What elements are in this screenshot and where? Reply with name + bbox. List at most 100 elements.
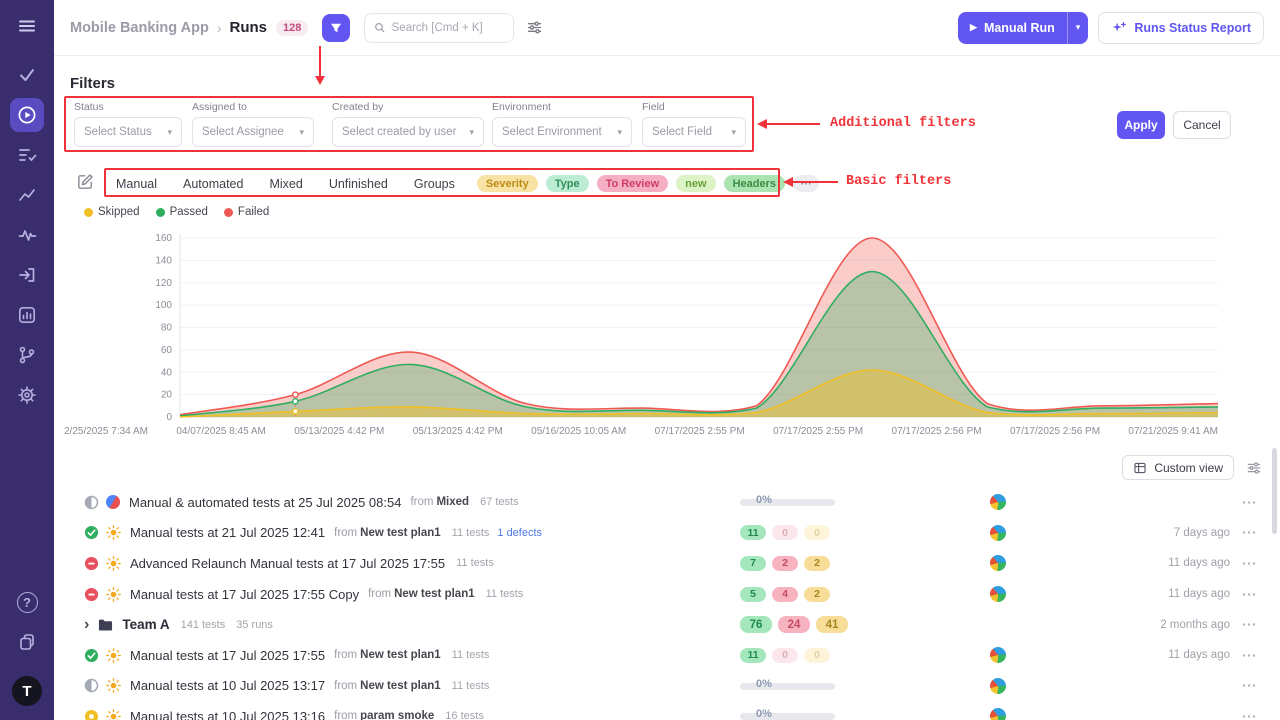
run-age: 7 days ago — [1174, 527, 1230, 539]
run-row[interactable]: Manual tests at 10 Jul 2025 13:17 fromNe… — [70, 671, 1264, 702]
check-icon — [21, 70, 33, 80]
gear-icon — [17, 385, 37, 405]
manual-run-button[interactable]: ▶ Manual Run ▾ — [958, 12, 1088, 44]
sidebar-item-reports[interactable] — [10, 298, 44, 332]
trend-line-icon — [17, 185, 37, 205]
filter-toggle-button[interactable] — [322, 14, 350, 42]
x-axis-label: 05/16/2025 10:05 AM — [531, 426, 626, 437]
run-title[interactable]: Manual tests at 10 Jul 2025 13:17 — [130, 678, 325, 693]
search-input[interactable] — [392, 22, 505, 34]
app-logo[interactable]: T — [12, 676, 42, 706]
progress-percent: 0% — [756, 494, 772, 506]
run-row[interactable]: Manual tests at 21 Jul 2025 12:41 fromNe… — [70, 518, 1264, 549]
chevron-down-icon: ▾ — [1076, 22, 1081, 33]
skipped-count-pill: 0 — [804, 525, 830, 540]
run-tests-count: 67 tests — [480, 496, 519, 508]
passed-count-pill: 11 — [740, 525, 766, 540]
browsers-icon — [990, 708, 1006, 720]
breadcrumb-project[interactable]: Mobile Banking App — [70, 20, 209, 36]
search-filters-icon[interactable] — [526, 19, 543, 36]
chart-legend: SkippedPassedFailed — [84, 206, 269, 218]
run-from: fromNew test plan1 — [334, 649, 441, 661]
custom-view-button[interactable]: Custom view — [1122, 455, 1234, 480]
x-axis-label: 07/17/2025 2:55 PM — [655, 426, 745, 437]
sidebar-item-test-plans[interactable] — [10, 138, 44, 172]
from-value: Mixed — [436, 496, 469, 508]
run-stats: 0% — [740, 708, 920, 720]
sidebar-item-branches[interactable] — [10, 338, 44, 372]
help-icon: ? — [17, 592, 38, 613]
group-title[interactable]: Team A — [122, 617, 169, 632]
run-stats: 7 2 2 — [740, 556, 920, 571]
from-label: from — [334, 680, 357, 692]
run-row[interactable]: Manual & automated tests at 25 Jul 2025 … — [70, 487, 1264, 518]
from-label: from — [410, 496, 433, 508]
activity-icon — [17, 225, 37, 245]
run-title[interactable]: Manual tests at 10 Jul 2025 13:16 — [130, 709, 325, 720]
row-menu-button[interactable]: ⋯ — [1236, 615, 1262, 635]
svg-text:120: 120 — [155, 278, 172, 289]
help-button[interactable]: ? — [10, 585, 44, 619]
svg-text:80: 80 — [161, 323, 173, 334]
browsers-icon — [990, 525, 1006, 541]
run-tests-count: 11 tests — [452, 527, 490, 539]
row-menu-button[interactable]: ⋯ — [1236, 584, 1262, 604]
browsers-icon — [990, 586, 1006, 602]
row-menu-button[interactable]: ⋯ — [1236, 553, 1262, 573]
more-tags-button[interactable]: ⋯ — [793, 175, 819, 192]
x-axis-label: 07/17/2025 2:55 PM — [773, 426, 863, 437]
menu-toggle-icon[interactable] — [17, 16, 37, 41]
copy-icon — [17, 632, 37, 652]
run-title[interactable]: Manual & automated tests at 25 Jul 2025 … — [129, 495, 401, 510]
defects-link[interactable]: 1 defects — [497, 527, 542, 539]
run-stats: 0% — [740, 494, 920, 510]
annotation-arrow-left-head — [783, 177, 793, 187]
sidebar-item-import[interactable] — [10, 258, 44, 292]
compose-icon[interactable] — [76, 172, 95, 191]
run-title[interactable]: Manual tests at 17 Jul 2025 17:55 — [130, 648, 325, 663]
bar-chart-icon — [17, 305, 37, 325]
runs-status-report-button[interactable]: Runs Status Report — [1098, 12, 1264, 44]
apply-button[interactable]: Apply — [1117, 111, 1165, 139]
sidebar-item-runs[interactable] — [10, 98, 44, 132]
from-label: from — [368, 588, 391, 600]
list-settings-icon[interactable] — [1246, 460, 1262, 476]
run-title[interactable]: Manual tests at 21 Jul 2025 12:41 — [130, 525, 325, 540]
row-menu-button[interactable]: ⋯ — [1236, 645, 1262, 665]
expand-chevron-icon[interactable]: › — [84, 617, 89, 633]
sidebar-item-tests[interactable] — [10, 58, 44, 92]
run-title[interactable]: Manual tests at 17 Jul 2025 17:55 Copy — [130, 587, 359, 602]
run-title[interactable]: Advanced Relaunch Manual tests at 17 Jul… — [130, 556, 445, 571]
row-menu-button[interactable]: ⋯ — [1236, 523, 1262, 543]
sidebar-item-pulse[interactable] — [10, 218, 44, 252]
docs-button[interactable] — [10, 625, 44, 659]
breadcrumb-section: Runs — [230, 19, 268, 36]
scrollbar-thumb[interactable] — [1272, 448, 1277, 534]
annotation-arrow-left-line — [792, 181, 838, 183]
skipped-count-pill: 0 — [804, 648, 830, 663]
browsers-icon — [990, 555, 1006, 571]
annotation-arrow-left-head — [757, 119, 767, 129]
mixed-run-icon — [106, 495, 120, 509]
row-menu-button[interactable]: ⋯ — [1236, 492, 1262, 512]
run-age: 11 days ago — [1168, 557, 1230, 569]
manual-run-dropdown[interactable]: ▾ — [1067, 12, 1089, 44]
runs-list: Manual & automated tests at 25 Jul 2025 … — [70, 487, 1264, 720]
annotation-additional-filters-label: Additional filters — [830, 116, 976, 131]
run-row[interactable]: Manual tests at 17 Jul 2025 17:55 Copy f… — [70, 579, 1264, 610]
sidebar: ? T — [0, 0, 54, 720]
sidebar-item-settings[interactable] — [10, 378, 44, 412]
run-tests-count: 16 tests — [445, 710, 484, 720]
group-row[interactable]: › Team A 141 tests 35 runs 76 24 41 2 mo… — [70, 609, 1264, 640]
run-row[interactable]: Manual tests at 17 Jul 2025 17:55 fromNe… — [70, 640, 1264, 671]
sidebar-item-analytics[interactable] — [10, 178, 44, 212]
progress-percent: 0% — [756, 678, 772, 690]
row-menu-button[interactable]: ⋯ — [1236, 676, 1262, 696]
annotation-arrow-down-head — [315, 76, 325, 85]
row-menu-button[interactable]: ⋯ — [1236, 706, 1262, 720]
run-row[interactable]: Advanced Relaunch Manual tests at 17 Jul… — [70, 548, 1264, 579]
from-value: New test plan1 — [360, 680, 441, 692]
cancel-button[interactable]: Cancel — [1173, 111, 1231, 139]
play-icon: ▶ — [970, 22, 977, 33]
run-row[interactable]: Manual tests at 10 Jul 2025 13:16 frompa… — [70, 701, 1264, 720]
